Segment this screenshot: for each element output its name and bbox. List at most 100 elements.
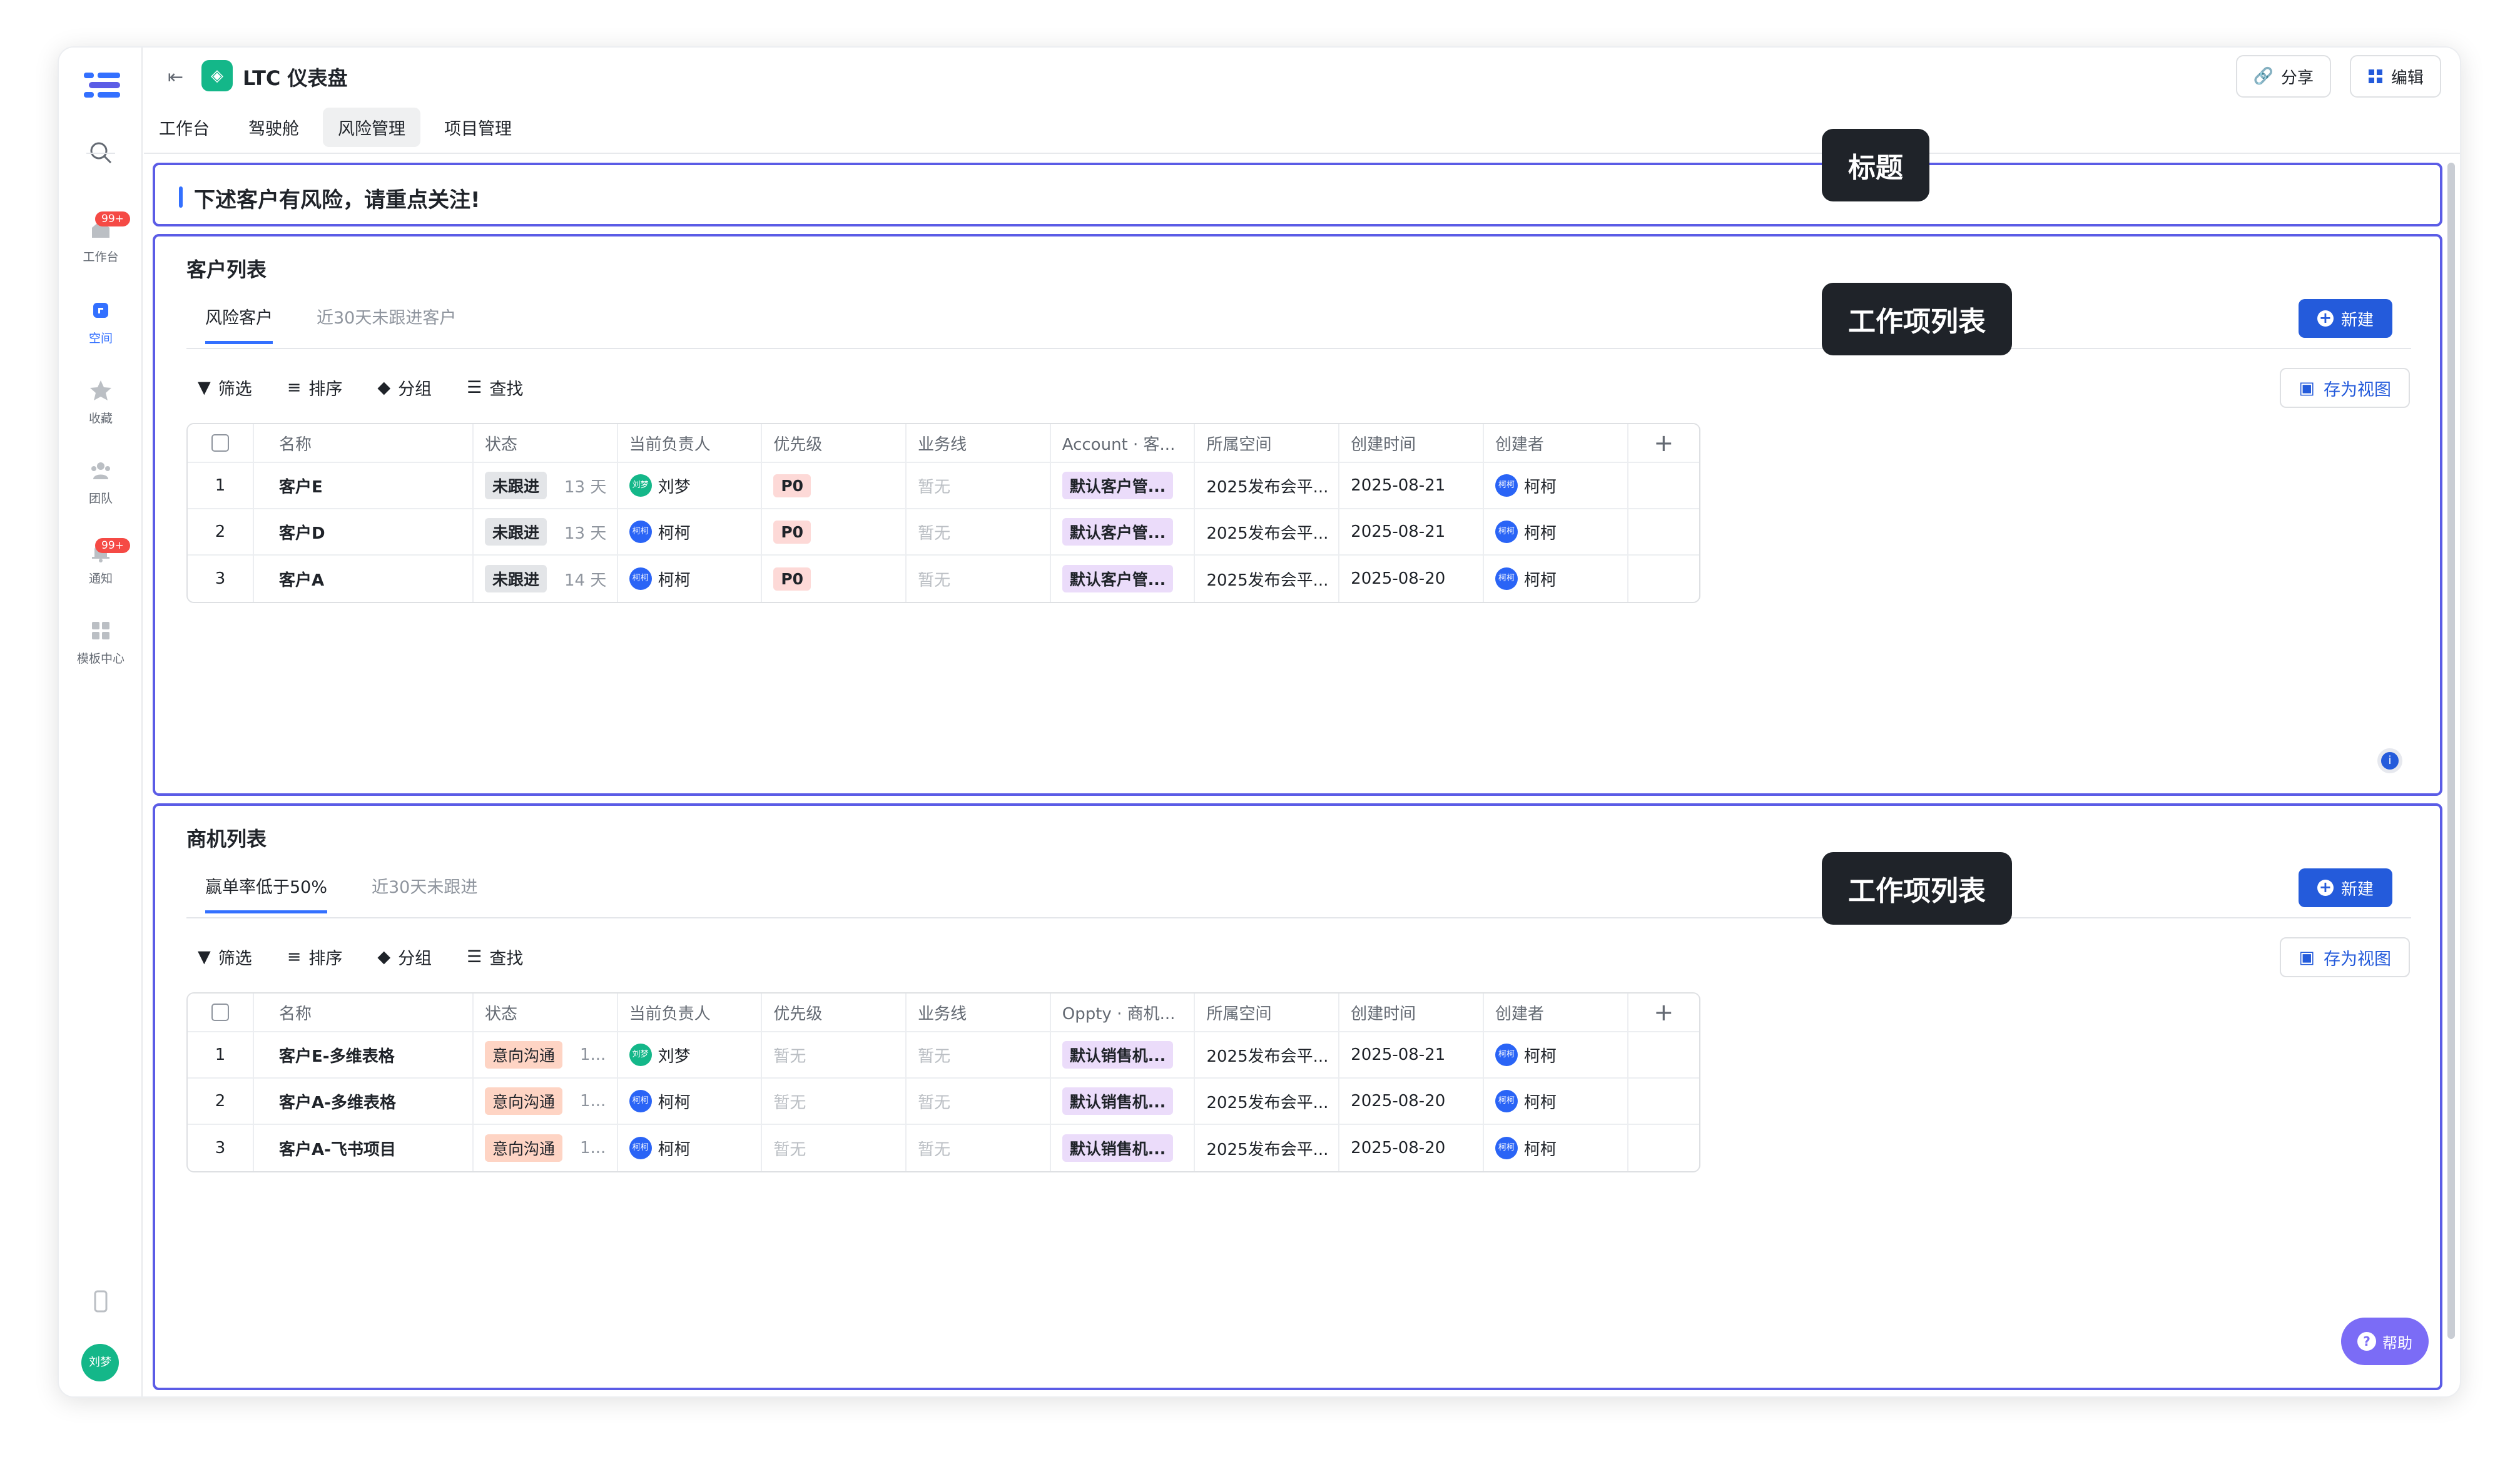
record-name[interactable]: 客户E-多维表格 [254, 1032, 474, 1077]
column-header[interactable]: 名称 [254, 994, 474, 1031]
column-header[interactable]: 优先级 [762, 994, 907, 1031]
linked-record-tag[interactable]: 默认客户管... [1062, 518, 1174, 546]
tab-project-management[interactable]: 项目管理 [429, 108, 527, 147]
column-header[interactable]: Oppty · 商机... [1051, 994, 1196, 1031]
group-button[interactable]: ◆ 分组 [377, 945, 432, 969]
record-name[interactable]: 客户D [254, 509, 474, 554]
avatar: 柯柯 [1495, 474, 1518, 497]
avatar: 柯柯 [629, 1090, 652, 1112]
column-header[interactable]: 所属空间 [1195, 424, 1340, 462]
search-button[interactable]: ☰ 查找 [467, 375, 523, 400]
annotation-label: 工作项列表 [1822, 852, 2012, 925]
rail-item-space[interactable]: 空间 [59, 298, 143, 346]
rail-item-templates[interactable]: 模板中心 [59, 618, 143, 666]
collapse-sidebar-icon[interactable]: ⇤ [168, 66, 183, 88]
linked-record-tag[interactable]: 默认销售机... [1062, 1041, 1174, 1069]
info-icon[interactable]: i [2377, 748, 2402, 773]
tab-no-followup-opps[interactable]: 近30天未跟进 [372, 873, 477, 913]
table-row[interactable]: 1 客户E 未跟进 13 天刘梦 刘梦 P0 暂无 默认客户管... 2025发布会平... 20… [188, 463, 1699, 509]
select-all-cell [188, 994, 255, 1031]
search-button[interactable]: ☰ 查找 [467, 945, 523, 969]
column-header[interactable]: 状态 [474, 994, 618, 1031]
empty-value: 暂无 [918, 1140, 951, 1159]
user-avatar[interactable]: 刘梦 [81, 1344, 119, 1381]
table-row[interactable]: 2 客户D 未跟进 13 天柯柯 柯柯 P0 暂无 默认客户管... 2025发布会平... 20… [188, 509, 1699, 556]
new-button[interactable]: + 新建 [2298, 868, 2392, 907]
record-name[interactable]: 客户A-多维表格 [254, 1079, 474, 1124]
select-all-checkbox[interactable] [211, 434, 229, 452]
rail-item-favorites[interactable]: 收藏 [59, 378, 143, 426]
linked-record-tag[interactable]: 默认销售机... [1062, 1087, 1174, 1115]
column-header[interactable]: 名称 [254, 424, 474, 462]
help-button[interactable]: ? 帮助 [2341, 1318, 2429, 1365]
add-column-button[interactable]: + [1628, 424, 1699, 462]
row-number: 3 [188, 1125, 255, 1171]
column-header[interactable]: 业务线 [907, 994, 1051, 1031]
owner-name: 柯柯 [658, 571, 691, 590]
table-row[interactable]: 1 客户E-多维表格 意向沟通 1... 刘梦 刘梦 暂无 暂无 默认销售机... 2025发布会… [188, 1032, 1699, 1079]
edit-label: 编辑 [2390, 68, 2424, 88]
priority-badge: 暂无 [773, 1093, 806, 1112]
tab-workbench[interactable]: 工作台 [144, 108, 225, 147]
tab-risk-customers[interactable]: 风险客户 [205, 304, 273, 344]
tab-risk-management[interactable]: 风险管理 [323, 108, 420, 147]
record-name[interactable]: 客户A-飞书项目 [254, 1125, 474, 1171]
column-header[interactable]: 创建时间 [1339, 994, 1484, 1031]
edit-button[interactable]: 编辑 [2349, 55, 2441, 98]
tab-low-win-rate[interactable]: 赢单率低于50% [205, 873, 328, 913]
tab-cockpit[interactable]: 驾驶舱 [233, 108, 314, 147]
add-column-button[interactable]: + [1628, 994, 1699, 1031]
select-all-checkbox[interactable] [211, 1004, 229, 1021]
column-header[interactable]: 当前负责人 [618, 994, 763, 1031]
save-view-button[interactable]: ▣ 存为视图 [2280, 937, 2410, 977]
priority-badge: 暂无 [773, 1140, 806, 1159]
linked-record-tag[interactable]: 默认客户管... [1062, 472, 1174, 499]
scrollbar[interactable] [2447, 163, 2455, 1339]
table-row[interactable]: 2 客户A-多维表格 意向沟通 1... 柯柯 柯柯 暂无 暂无 默认销售机... 2025发布会… [188, 1079, 1699, 1125]
owner-cell: 刘梦 刘梦 [618, 463, 763, 508]
save-view-button[interactable]: ▣ 存为视图 [2280, 368, 2410, 408]
empty-value: 暂无 [918, 524, 951, 543]
priority-cell: P0 [762, 556, 907, 602]
record-name[interactable]: 客户A [254, 556, 474, 602]
share-button[interactable]: 🔗 分享 [2235, 55, 2331, 98]
rail-item-label: 模板中心 [76, 652, 124, 666]
mobile-button[interactable] [59, 1289, 143, 1320]
tag-icon: ◆ [377, 947, 391, 967]
table-row[interactable]: 3 客户A 未跟进 14 天柯柯 柯柯 P0 暂无 默认客户管... 2025发布会平... 20… [188, 556, 1699, 602]
linked-record-tag[interactable]: 默认客户管... [1062, 565, 1174, 592]
search-button[interactable] [59, 140, 143, 171]
business-line-cell: 暂无 [907, 1032, 1051, 1077]
column-header[interactable]: 当前负责人 [618, 424, 763, 462]
column-header[interactable]: 优先级 [762, 424, 907, 462]
column-header[interactable]: 创建时间 [1339, 424, 1484, 462]
column-header[interactable]: 业务线 [907, 424, 1051, 462]
created-time-cell: 2025-08-21 [1339, 1032, 1484, 1077]
created-time-cell: 2025-08-20 [1339, 1125, 1484, 1171]
column-header[interactable]: 状态 [474, 424, 618, 462]
find-icon: ☰ [467, 378, 482, 397]
column-header[interactable]: 创建者 [1484, 424, 1628, 462]
column-header[interactable]: 创建者 [1484, 994, 1628, 1031]
filter-button[interactable]: ▼ 筛选 [198, 945, 252, 969]
app-logo-icon[interactable] [84, 70, 120, 100]
creator-name: 柯柯 [1523, 1047, 1557, 1066]
sort-button[interactable]: ≡ 排序 [287, 945, 343, 969]
plus-icon: + [2317, 880, 2334, 896]
record-name[interactable]: 客户E [254, 463, 474, 508]
row-number: 1 [188, 463, 255, 508]
customer-table: 名称 状态 当前负责人 优先级 业务线 Account · 客... 所属空间 … [186, 423, 1700, 603]
filter-button[interactable]: ▼ 筛选 [198, 375, 252, 400]
column-header[interactable]: 所属空间 [1195, 994, 1340, 1031]
tab-no-followup-customers[interactable]: 近30天未跟进客户 [317, 304, 456, 343]
table-row[interactable]: 3 客户A-飞书项目 意向沟通 1... 柯柯 柯柯 暂无 暂无 默认销售机... 2025发布会… [188, 1125, 1699, 1171]
linked-record-tag[interactable]: 默认销售机... [1062, 1134, 1174, 1162]
empty-cell [1628, 556, 1699, 602]
new-button[interactable]: + 新建 [2298, 299, 2392, 338]
rail-item-team[interactable]: 团队 [59, 458, 143, 506]
link-icon: 🔗 [2253, 67, 2274, 86]
column-header[interactable]: Account · 客... [1051, 424, 1196, 462]
group-button[interactable]: ◆ 分组 [377, 375, 432, 400]
sort-button[interactable]: ≡ 排序 [287, 375, 343, 400]
notice-block[interactable]: 下述客户有风险，请重点关注! [153, 163, 2442, 226]
